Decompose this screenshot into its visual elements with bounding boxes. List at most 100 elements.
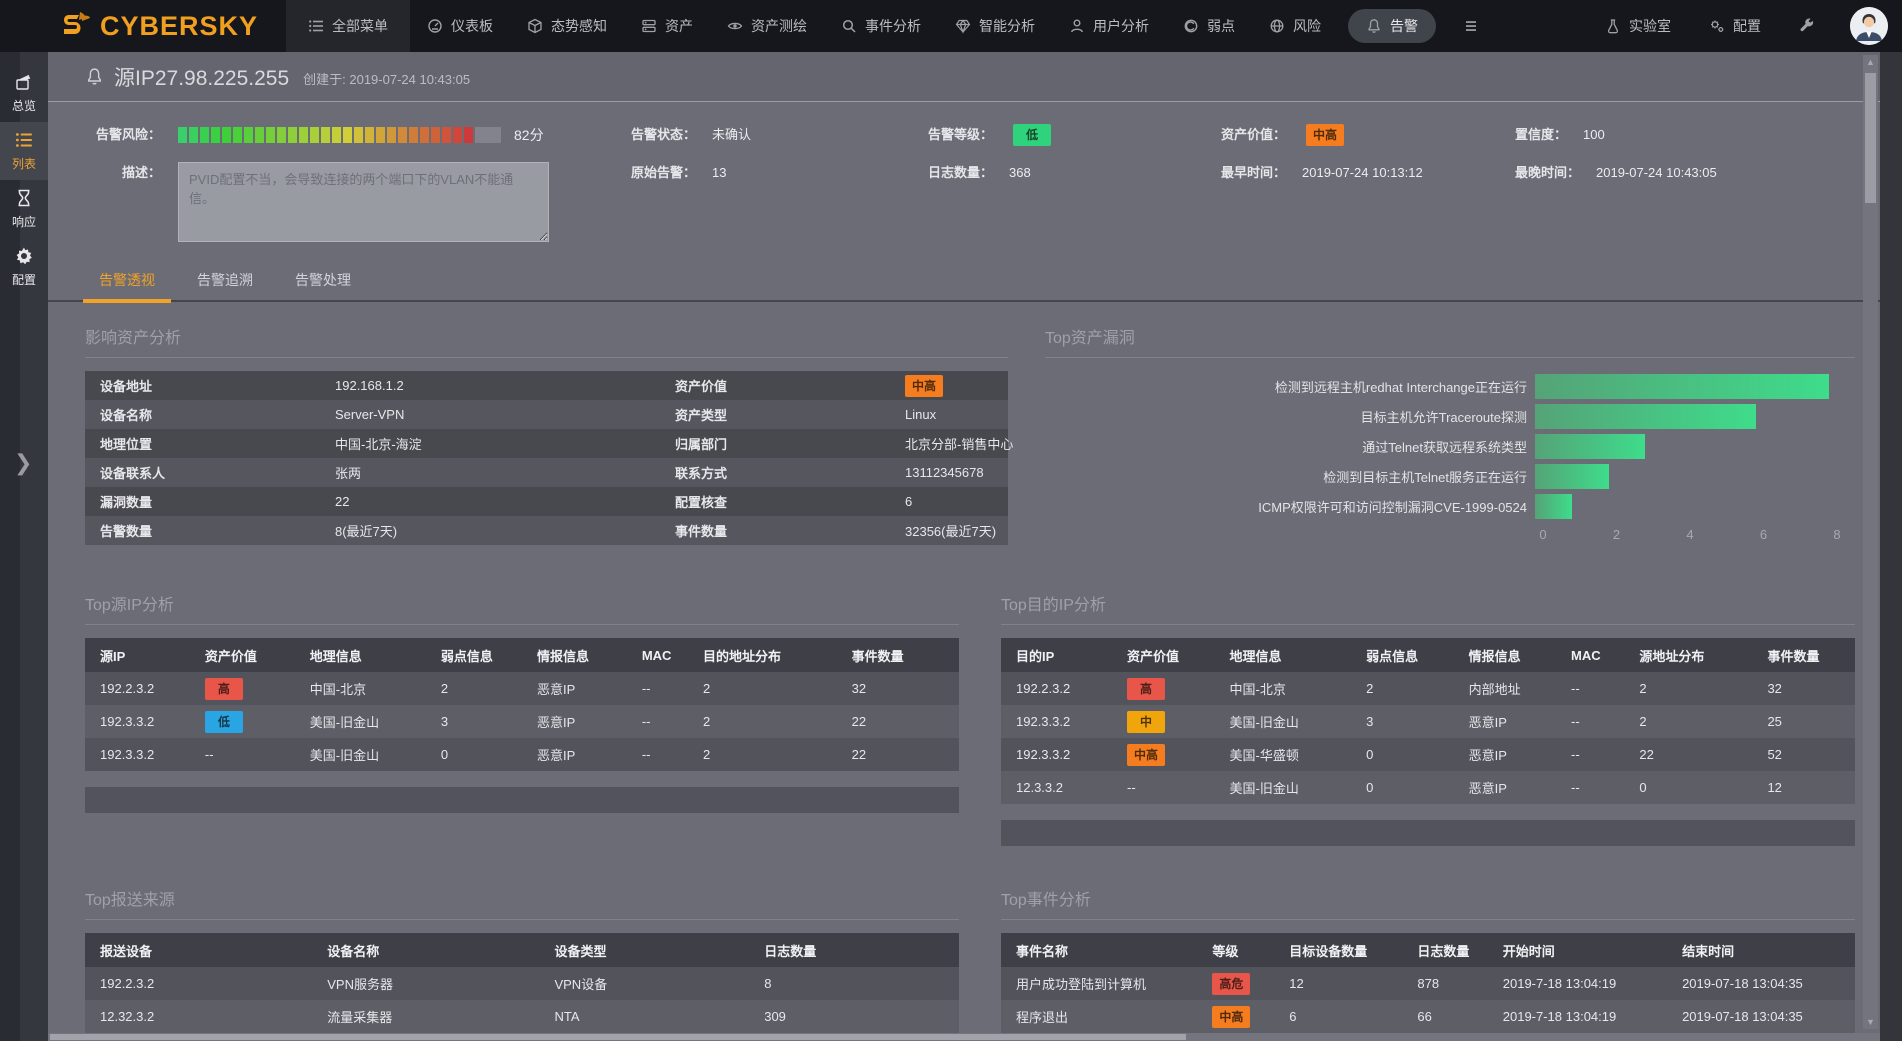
log-count-label: 日志数量： [928,162,993,184]
chart-bar[interactable] [1535,374,1829,399]
source-ip-panel-title: Top源IP分析 [85,581,959,625]
top-navbar: CYBERSKY 全部菜单 仪表板 态势感知 资产 资产测绘 事件分析 智能 [0,0,1902,52]
nav-item-config[interactable]: 配置 [1692,0,1778,52]
vulnerability-bar-chart: 检测到远程主机redhat Interchange正在运行 目标主机允许Trac… [1045,371,1855,549]
table-row[interactable]: 192.3.3.2--美国-旧金山0恶意IP--222 [85,738,959,771]
risk-bar [178,127,501,143]
overview-icon [14,72,34,92]
main-menu: 全部菜单 仪表板 态势感知 资产 资产测绘 事件分析 智能分析 用户分析 [286,0,1496,52]
user-avatar[interactable] [1850,7,1888,45]
table-row[interactable]: 12.3.3.2--美国-旧金山0恶意IP--012 [1001,771,1855,804]
confidence-label: 置信度： [1515,124,1567,146]
earliest-time-value: 2019-07-24 10:13:12 [1302,162,1423,184]
nav-item-lab[interactable]: 实验室 [1588,0,1688,52]
vertical-scroll-thumb[interactable] [1865,73,1876,203]
table-row[interactable]: 192.3.3.2低美国-旧金山3恶意IP--222 [85,705,959,738]
created-timestamp: 创建于: 2019-07-24 10:43:05 [303,69,470,88]
event-panel-title: Top事件分析 [1001,876,1855,920]
table-row[interactable]: 192.3.3.2中美国-旧金山3恶意IP--225 [1001,705,1855,738]
left-sidebar: 总览 列表 响应 配置 ❯ [0,52,48,1041]
chart-x-axis: 0 2 4 6 8 [1543,527,1837,549]
table-row: 设备地址192.168.1.2 资产价值中高 [85,371,1008,400]
table-row[interactable]: 程序退出中高6662019-7-18 13:04:192019-07-18 13… [1001,1000,1855,1033]
sidebar-item-list[interactable]: 列表 [0,122,48,180]
navbar-right: 实验室 配置 [1588,0,1902,52]
weakness-icon [1183,18,1199,34]
table-row[interactable]: 192.3.3.2中高美国-华盛顿0恶意IP--2252 [1001,738,1855,771]
description-label: 描述： [48,162,178,184]
table-footer-bar [85,787,959,813]
nav-item-alerts[interactable]: 告警 [1338,0,1446,52]
table-row[interactable]: 192.2.3.2高中国-北京2内部地址--232 [1001,672,1855,705]
sidebar-item-response[interactable]: 响应 [0,180,48,238]
sidebar-expand-chevron-icon[interactable]: ❯ [14,450,32,476]
table-row[interactable]: 192.2.3.2高中国-北京2恶意IP--232 [85,672,959,705]
vulnerability-panel-title: Top资产漏洞 [1045,314,1855,358]
latest-time-value: 2019-07-24 10:43:05 [1596,162,1717,184]
tab-alert-perspective[interactable]: 告警透视 [85,262,169,300]
nav-item-asset-mapping[interactable]: 资产测绘 [710,0,824,52]
sidebar-item-settings[interactable]: 配置 [0,238,48,296]
top-report-source-panel: Top报送来源 报送设备设备名称设备类型日志数量 192.2.3.2VPN服务器… [85,876,959,1033]
server-icon [641,18,657,34]
scroll-down-icon[interactable]: ▼ [1863,1017,1878,1027]
nav-item-event-analysis[interactable]: 事件分析 [824,0,938,52]
main-content: 源IP27.98.225.255 创建于: 2019-07-24 10:43:0… [48,52,1880,1033]
chart-bar[interactable] [1535,434,1645,459]
impact-asset-panel: 影响资产分析 设备地址192.168.1.2 资产价值中高 设备名称Server… [85,314,1008,549]
user-icon [1069,18,1085,34]
chart-bar[interactable] [1535,464,1609,489]
horizontal-scrollbar[interactable] [48,1033,1880,1041]
risk-label: 告警风险： [48,124,178,146]
nav-item-weakness[interactable]: 弱点 [1166,0,1252,52]
gauge-icon [427,18,443,34]
wrench-icon [1799,18,1815,34]
table-row[interactable]: 12.32.3.2流量采集器NTA309 [85,1000,959,1033]
nav-item-user-analysis[interactable]: 用户分析 [1052,0,1166,52]
table-row[interactable]: 用户成功登陆到计算机高危128782019-7-18 13:04:192019-… [1001,967,1855,1000]
status-value: 未确认 [712,124,751,146]
search-icon [841,18,857,34]
confidence-value: 100 [1583,124,1605,146]
description-textarea[interactable]: PVID配置不当，会导致连接的两个端口下的VLAN不能通信。 [178,162,549,242]
hourglass-icon [14,188,34,208]
raw-alerts-value: 13 [712,162,726,184]
impact-panel-title: 影响资产分析 [85,314,1008,358]
hamburger-icon [1463,18,1479,34]
right-edge-rail [1880,52,1902,1041]
cube-icon [527,18,543,34]
table-header: 源IP资产价值地理信息弱点信息情报信息MAC目的地址分布事件数量 [85,638,959,672]
alert-tabs: 告警透视 告警追溯 告警处理 [48,262,1880,302]
nav-item-risk[interactable]: 风险 [1252,0,1338,52]
top-dest-ip-panel: Top目的IP分析 目的IP资产价值地理信息弱点信息情报信息MAC源地址分布事件… [1001,581,1855,846]
flask-icon [1605,18,1621,34]
chart-bar[interactable] [1535,404,1756,429]
nav-item-assets[interactable]: 资产 [624,0,710,52]
tools-button[interactable] [1782,0,1832,52]
table-footer-bar [1001,820,1855,846]
bell-outline-icon [85,67,104,86]
impact-table: 设备地址192.168.1.2 资产价值中高 设备名称Server-VPN 资产… [85,371,1008,545]
earliest-time-label: 最早时间： [1221,162,1286,184]
alert-level-badge: 低 [1013,124,1051,146]
asset-value-label: 资产价值： [1221,124,1286,146]
log-count-value: 368 [1009,162,1031,184]
alert-header: 源IP27.98.225.255 创建于: 2019-07-24 10:43:0… [48,52,1880,102]
nav-item-all-menu[interactable]: 全部菜单 [286,0,410,52]
more-menu-button[interactable] [1446,0,1496,52]
nav-item-dashboard[interactable]: 仪表板 [410,0,510,52]
scroll-up-icon[interactable]: ▲ [1863,57,1878,67]
nav-item-situation[interactable]: 态势感知 [510,0,624,52]
risk-score: 82分 [514,125,544,145]
vertical-scrollbar[interactable]: ▲ ▼ [1863,55,1878,1029]
horizontal-scroll-thumb[interactable] [50,1034,1186,1040]
nav-item-smart-analysis[interactable]: 智能分析 [938,0,1052,52]
tab-alert-trace[interactable]: 告警追溯 [183,262,267,300]
chart-bar[interactable] [1535,494,1572,519]
table-row[interactable]: 192.2.3.2VPN服务器VPN设备8 [85,967,959,1000]
tab-alert-handling[interactable]: 告警处理 [281,262,365,300]
page-title: 源IP27.98.225.255 [114,62,289,92]
sidebar-item-overview[interactable]: 总览 [0,64,48,122]
brand-logo[interactable]: CYBERSKY [0,9,286,43]
table-header: 报送设备设备名称设备类型日志数量 [85,933,959,967]
